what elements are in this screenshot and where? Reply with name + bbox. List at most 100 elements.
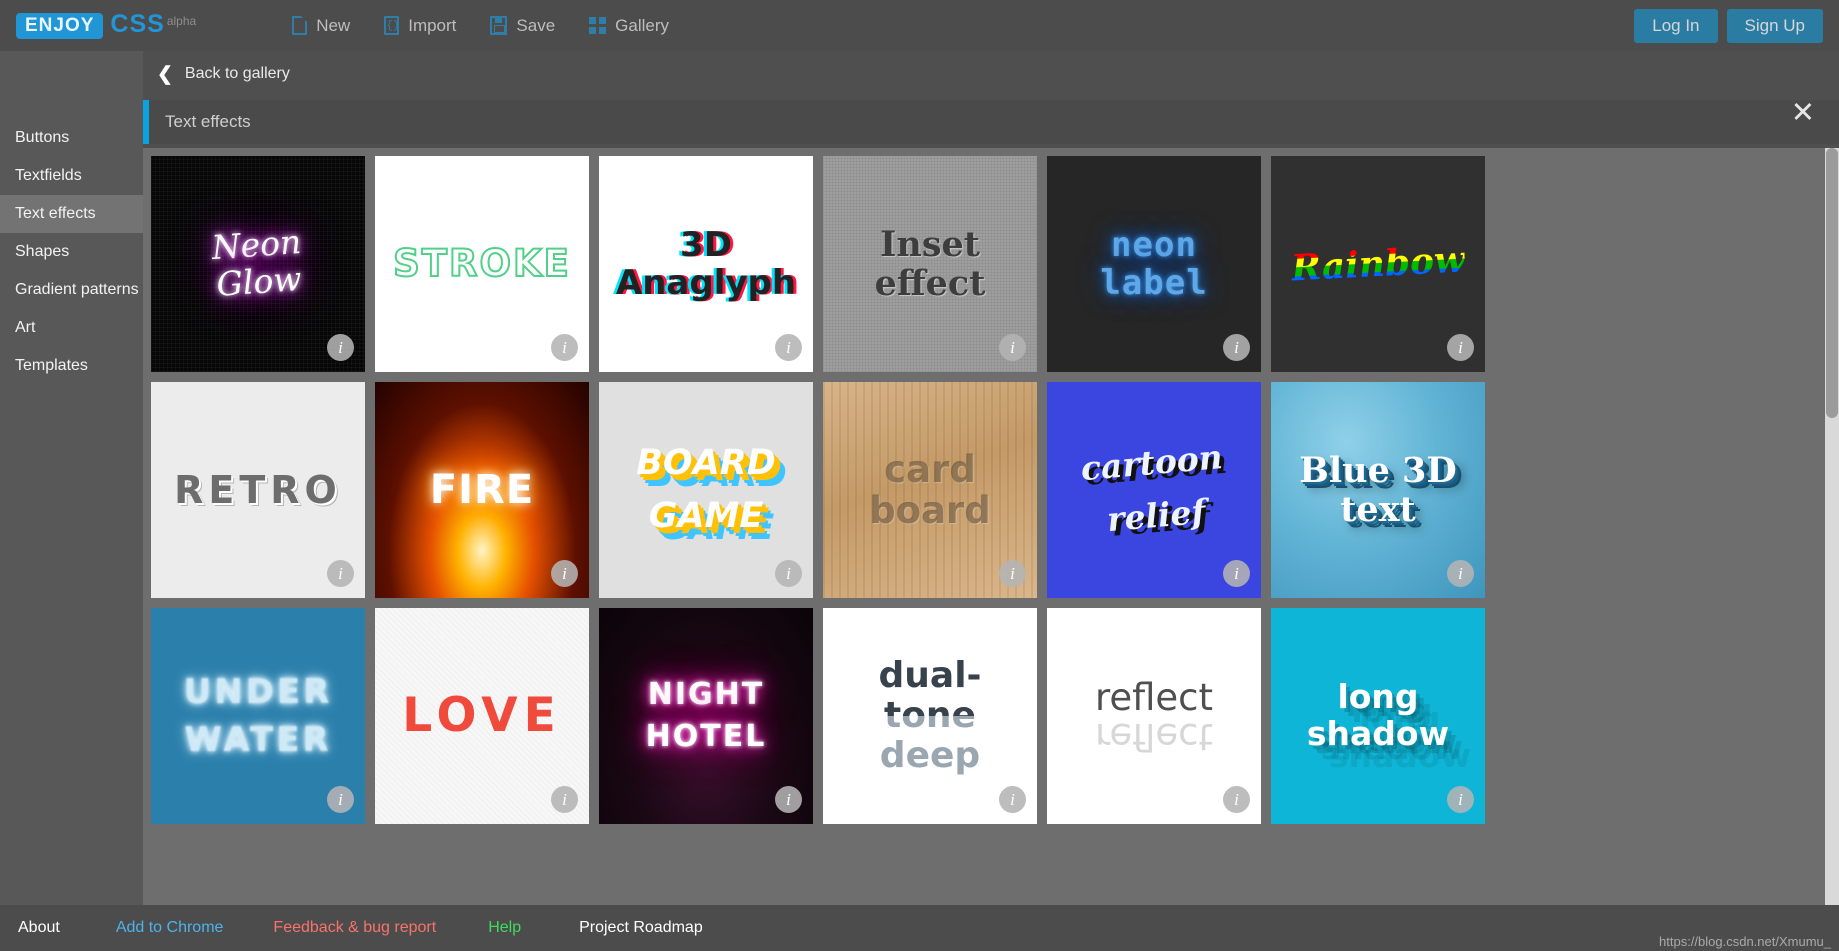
scrollbar-thumb[interactable] <box>1826 148 1838 418</box>
info-icon[interactable]: i <box>775 786 802 813</box>
info-icon[interactable]: i <box>999 786 1026 813</box>
effect-card-board-game[interactable]: BOARD GAME i <box>599 382 813 598</box>
effect-line: board <box>869 489 991 532</box>
effect-line: 3D <box>680 224 732 265</box>
sidebar-item-text-effects[interactable]: Text effects <box>0 195 143 233</box>
info-icon[interactable]: i <box>1447 786 1474 813</box>
effect-card-reflect[interactable]: reflect reflect i <box>1047 608 1261 824</box>
effect-preview-text: reflect reflect <box>1094 675 1214 759</box>
info-icon[interactable]: i <box>327 786 354 813</box>
footer-link-help[interactable]: Help <box>488 919 521 937</box>
menu-label-save: Save <box>516 15 556 35</box>
effect-preview-text: RETRO <box>174 469 342 512</box>
effect-card-under-water[interactable]: UNDER WATER i <box>151 608 365 824</box>
auth-buttons: Log In Sign Up <box>1634 8 1823 43</box>
log-in-button[interactable]: Log In <box>1634 8 1718 43</box>
effect-card-rainbow[interactable]: Rainbow i <box>1271 156 1485 372</box>
logo-alpha-tag: alpha <box>166 13 197 28</box>
effect-line: Glow <box>215 259 303 304</box>
effect-card-cartoon-relief[interactable]: cartoon relief i <box>1047 382 1261 598</box>
sidebar-label: Buttons <box>15 129 70 146</box>
info-icon[interactable]: i <box>775 560 802 587</box>
sidebar-item-textfields[interactable]: Textfields <box>0 157 143 195</box>
effect-card-dual-tone-deep[interactable]: dual- tone deep i <box>823 608 1037 824</box>
effect-line: RETRO <box>174 467 342 512</box>
effect-line: Anaglyph <box>615 263 797 303</box>
effect-preview-text: Blue 3D text <box>1299 451 1456 530</box>
footer-link-project-roadmap[interactable]: Project Roadmap <box>579 919 703 937</box>
info-icon[interactable]: i <box>999 334 1026 361</box>
effect-preview-text: STROKE <box>392 242 571 286</box>
effect-preview-text: Rainbow <box>1290 239 1466 288</box>
info-icon[interactable]: i <box>551 560 578 587</box>
sign-up-button[interactable]: Sign Up <box>1726 8 1823 43</box>
effect-card-3d-anaglyph[interactable]: 3D Anaglyph i <box>599 156 813 372</box>
effect-card-fire[interactable]: FIRE i <box>375 382 589 598</box>
info-icon[interactable]: i <box>775 334 802 361</box>
menu-item-gallery[interactable]: Gallery <box>589 16 669 36</box>
sidebar-item-shapes[interactable]: Shapes <box>0 233 143 271</box>
sidebar-item-buttons[interactable]: Buttons <box>0 119 143 157</box>
effect-card-night-hotel[interactable]: NIGHT HOTEL i <box>599 608 813 824</box>
effects-grid: Neon Glow i STROKE i 3D Anaglyph i Inset… <box>151 156 1829 824</box>
info-icon[interactable]: i <box>551 334 578 361</box>
sidebar-item-templates[interactable]: Templates <box>0 347 143 385</box>
effect-preview-text: BOARD GAME <box>636 443 776 536</box>
back-to-gallery-label: Back to gallery <box>184 65 290 82</box>
info-icon[interactable]: i <box>1223 334 1250 361</box>
effect-card-neon-label[interactable]: neon label i <box>1047 156 1261 372</box>
effect-line: LOVE <box>402 687 562 743</box>
info-icon[interactable]: i <box>1223 560 1250 587</box>
effect-card-long-shadow[interactable]: long shadow i <box>1271 608 1485 824</box>
toolbar-menu: New {} Import Save Gallery <box>292 16 669 36</box>
effect-card-stroke[interactable]: STROKE i <box>375 156 589 372</box>
effect-line: NIGHT <box>647 677 765 713</box>
menu-item-save[interactable]: Save <box>490 16 555 36</box>
info-icon[interactable]: i <box>551 786 578 813</box>
page-title: Text effects <box>165 112 251 131</box>
close-icon[interactable]: ✕ <box>1791 99 1815 128</box>
menu-item-new[interactable]: New <box>292 16 350 36</box>
footer-link-add-to-chrome[interactable]: Add to Chrome <box>116 919 224 937</box>
effect-card-love[interactable]: LOVE i <box>375 608 589 824</box>
effect-line: UNDER <box>183 671 333 712</box>
effect-preview-text: cartoon relief <box>1079 437 1228 541</box>
info-icon[interactable]: i <box>327 334 354 361</box>
effect-line: cartoon <box>1079 437 1225 489</box>
info-icon[interactable]: i <box>1223 786 1250 813</box>
effect-preview-text: UNDER WATER <box>184 673 333 759</box>
effect-line: tone <box>883 694 976 736</box>
effect-card-blue-3d-text[interactable]: Blue 3D text i <box>1271 382 1485 598</box>
info-icon[interactable]: i <box>1447 560 1474 587</box>
effect-line: HOTEL <box>645 719 767 754</box>
effect-preview-text: 3D Anaglyph <box>616 226 796 302</box>
gallery-scroll-area[interactable]: Neon Glow i STROKE i 3D Anaglyph i Inset… <box>143 148 1839 951</box>
effect-card-retro[interactable]: RETRO i <box>151 382 365 598</box>
footer-link-feedback[interactable]: Feedback & bug report <box>273 919 436 937</box>
effect-line: reflect <box>1094 675 1214 719</box>
sidebar-top-spacer <box>0 51 143 119</box>
sidebar-item-gradient-patterns[interactable]: Gradient patterns <box>0 271 143 309</box>
info-icon[interactable]: i <box>999 560 1026 587</box>
app-logo[interactable]: ENJOY CSS alpha <box>16 9 197 39</box>
effect-card-card-board[interactable]: card board i <box>823 382 1037 598</box>
info-icon[interactable]: i <box>327 560 354 587</box>
sidebar-item-art[interactable]: Art <box>0 309 143 347</box>
footer-link-about[interactable]: About <box>18 919 60 937</box>
logo-word: CSS <box>110 9 165 38</box>
info-icon[interactable]: i <box>1447 334 1474 361</box>
back-to-gallery-button[interactable]: ❮ Back to gallery <box>143 51 1839 97</box>
effect-line: Rainbow <box>1289 238 1467 290</box>
effect-card-inset-effect[interactable]: Inset effect i <box>823 156 1037 372</box>
vertical-scrollbar[interactable] <box>1825 148 1839 951</box>
logo-badge: ENJOY <box>16 12 104 39</box>
effect-line: neon <box>1111 224 1197 265</box>
sidebar-label: Textfields <box>15 167 82 184</box>
effect-line: GAME <box>648 496 764 536</box>
menu-item-import[interactable]: {} Import <box>384 16 456 36</box>
sidebar-label: Gradient patterns <box>15 281 139 298</box>
effect-card-neon-glow[interactable]: Neon Glow i <box>151 156 365 372</box>
menu-label-import: Import <box>408 15 457 35</box>
effect-reflection-line: reflect <box>1094 715 1214 759</box>
effect-line: card <box>884 447 976 491</box>
